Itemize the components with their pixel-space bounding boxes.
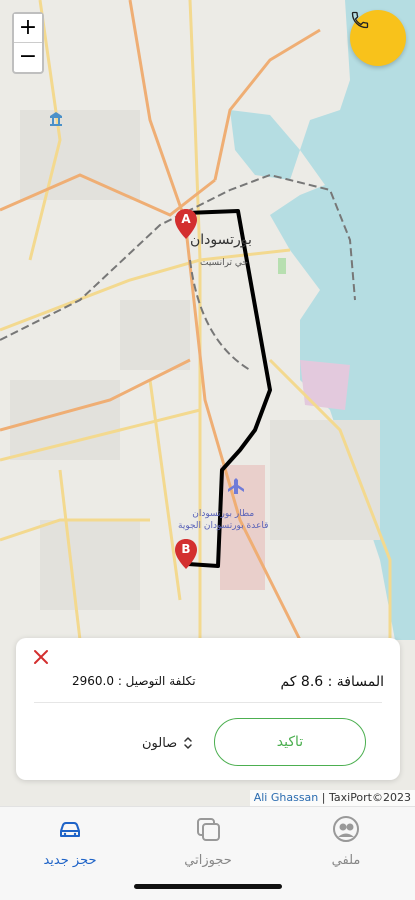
delivery-cost-text: تكلفة التوصيل : 2960.0: [72, 674, 196, 688]
tab-profile[interactable]: ملفي: [291, 815, 401, 868]
close-button[interactable]: [32, 648, 50, 666]
zoom-out-button[interactable]: −: [14, 43, 42, 71]
user-icon: [333, 816, 359, 842]
close-icon: [34, 650, 48, 664]
card-divider: [34, 702, 382, 703]
attribution-separator: |: [321, 791, 326, 804]
tab-new-booking[interactable]: حجز جديد: [15, 815, 125, 868]
home-indicator: [134, 884, 282, 889]
airport-label: مطار بورتسودان قاعدة بورتسودان الجوية: [178, 508, 268, 532]
district-label: حي ترانسيت: [200, 258, 248, 268]
car-type-select[interactable]: صالون: [142, 734, 193, 752]
distance-text: المسافة : 8.6 كم: [280, 674, 384, 690]
tab-new-booking-label: حجز جديد: [43, 853, 97, 868]
airport-label-line1: مطار بورتسودان: [192, 509, 255, 519]
city-label: بورتسودان: [190, 232, 252, 248]
car-icon: [60, 822, 80, 837]
airport-label-line2: قاعدة بورتسودان الجوية: [178, 521, 269, 531]
zoom-control: + −: [12, 12, 44, 74]
copy-icon: [197, 818, 220, 841]
map-attribution: Ali Ghassan | TaxiPort©2023: [249, 790, 415, 806]
call-button[interactable]: [350, 10, 406, 66]
tab-my-bookings[interactable]: حجوزاتي: [153, 815, 263, 868]
tab-profile-label: ملفي: [331, 853, 361, 868]
zoom-in-button[interactable]: +: [14, 14, 42, 42]
confirm-button[interactable]: تاكيد: [214, 718, 366, 766]
marker-b-label: B: [181, 542, 191, 556]
marker-b[interactable]: B: [174, 538, 198, 570]
car-type-value: صالون: [142, 735, 178, 751]
phone-icon: [351, 11, 369, 29]
tab-my-bookings-label: حجوزاتي: [184, 853, 232, 868]
chevron-up-down-icon: [184, 737, 192, 749]
booking-summary-card: المسافة : 8.6 كم تكلفة التوصيل : 2960.0 …: [16, 638, 400, 780]
marker-a[interactable]: A: [174, 208, 198, 240]
marker-a-label: A: [181, 212, 191, 226]
attribution-author-link[interactable]: Ali Ghassan: [254, 791, 319, 804]
attribution-brand: TaxiPort©2023: [328, 791, 411, 804]
